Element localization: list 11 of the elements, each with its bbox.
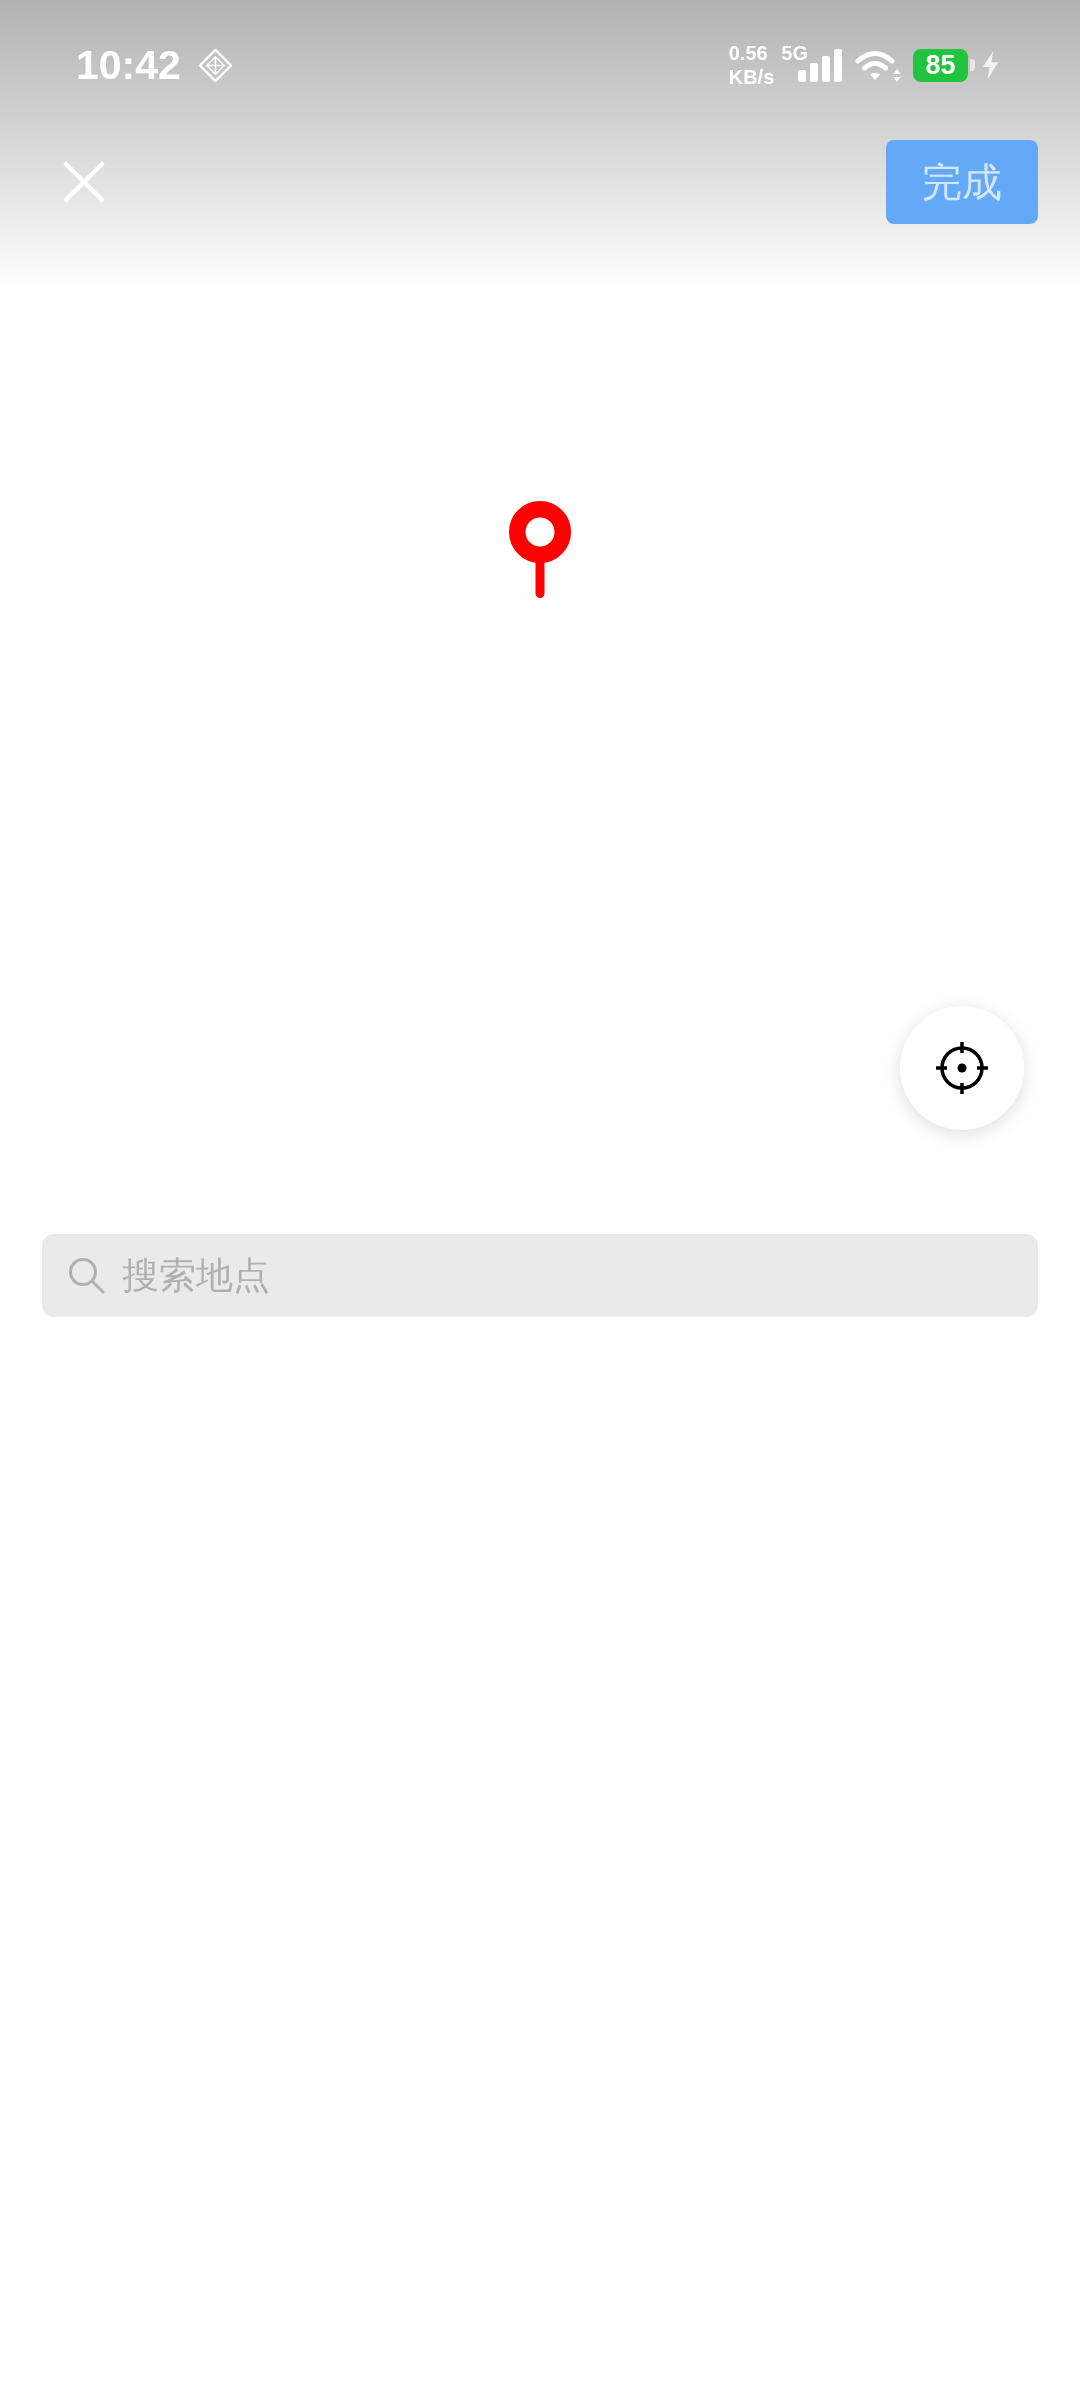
diamond-icon: [197, 47, 233, 83]
wifi-icon: [855, 48, 901, 82]
network-type: 5G: [781, 43, 808, 63]
status-time: 10:42: [76, 44, 181, 86]
map-pin-icon: [509, 501, 571, 598]
battery-indicator: 85: [913, 48, 975, 82]
network-speed-unit: KB/s: [728, 65, 775, 89]
search-field[interactable]: 搜索地点: [42, 1234, 1038, 1317]
network-speed-value: 0.56: [728, 41, 768, 65]
crosshair-icon: [936, 1042, 988, 1094]
search-icon: [68, 1257, 105, 1294]
